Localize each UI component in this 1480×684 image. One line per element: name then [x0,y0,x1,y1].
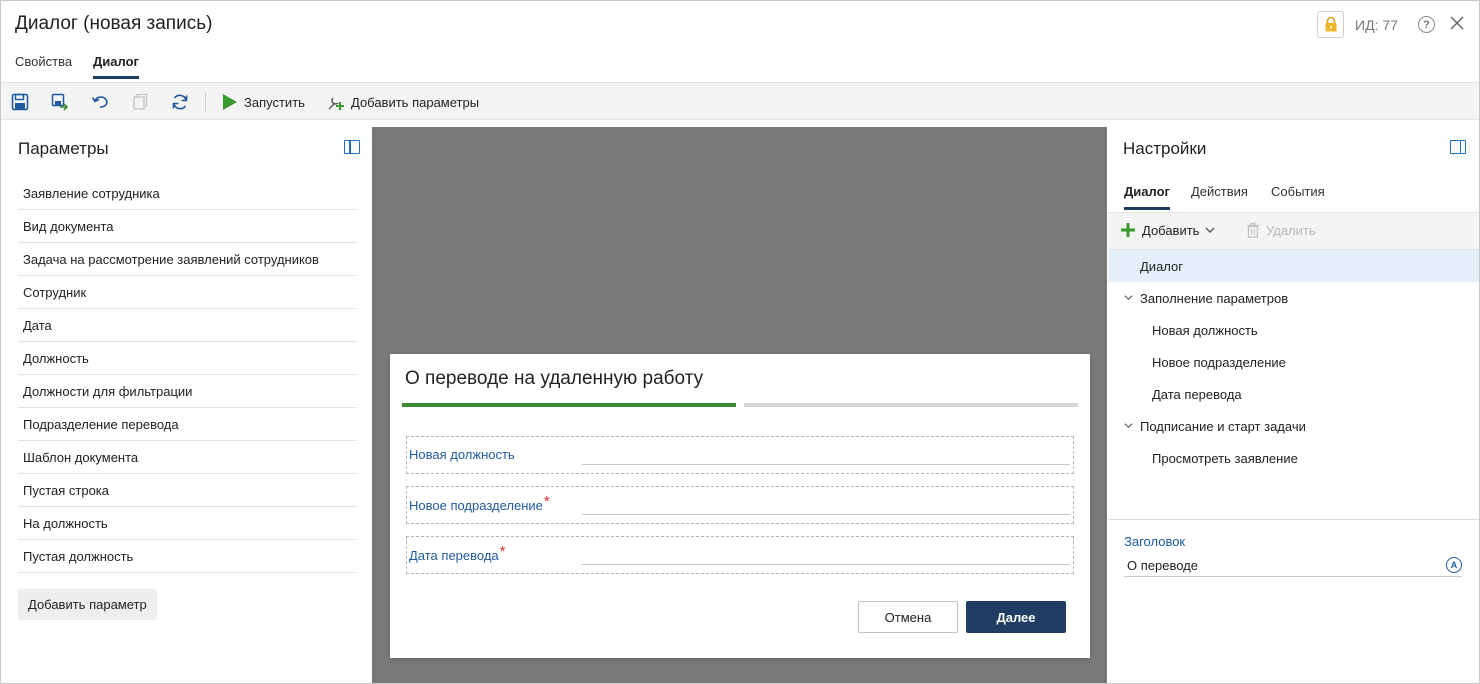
list-item[interactable]: Вид документа [18,210,357,243]
field-input-line [582,464,1070,465]
tab-events[interactable]: События [1271,184,1325,207]
collapse-panel-icon[interactable] [1450,140,1466,154]
field-label: Дата перевода* [409,543,506,563]
save-and-close-icon[interactable] [50,92,70,112]
delete-label: Удалить [1266,222,1316,238]
list-item[interactable]: Пустая строка [18,474,357,507]
field-label: Новая должность [409,447,515,462]
chevron-down-icon[interactable] [1124,421,1133,430]
plus-icon [1121,223,1135,237]
property-label-header: Заголовок [1124,534,1186,549]
run-button-label: Запустить [244,94,305,110]
settings-toolbar: Добавить Удалить [1108,212,1479,250]
settings-tree: Диалог Заполнение параметров Новая должн… [1108,250,1479,474]
delete-button[interactable]: Удалить [1246,222,1316,238]
tree-item-fill-parameters[interactable]: Заполнение параметров [1108,282,1479,314]
localization-icon[interactable]: A [1446,557,1462,573]
chevron-down-icon[interactable] [1124,293,1133,302]
chevron-down-icon [1205,227,1215,233]
tab-properties[interactable]: Свойства [15,54,72,76]
progress-step-next [744,403,1078,407]
cancel-button[interactable]: Отмена [858,601,958,633]
play-icon [223,94,237,110]
close-icon[interactable] [1448,14,1466,32]
required-mark: * [499,543,506,560]
progress-step-current [402,403,736,407]
settings-panel: Настройки Диалог Действия События Добави… [1108,127,1479,683]
field-new-department[interactable]: Новое подразделение* [406,486,1074,524]
tab-dialog[interactable]: Диалог [93,54,139,79]
divider [1108,519,1479,520]
tree-item-dialog[interactable]: Диалог [1108,250,1479,282]
dialog-title: О переводе на удаленную работу [405,368,704,389]
title-bar: Диалог (новая запись) ИД: 77 ? [0,0,1480,50]
tree-item-label: Диалог [1140,258,1183,274]
tree-item-label: Подписание и старт задачи [1140,418,1306,434]
list-item[interactable]: Пустая должность [18,540,357,573]
property-header-input[interactable]: О переводе A [1124,555,1462,577]
tree-item-label: Новая должность [1152,322,1258,338]
list-item[interactable]: Заявление сотрудника [18,177,357,210]
tree-item-new-position[interactable]: Новая должность [1108,314,1479,346]
tree-item-label: Новое подразделение [1152,354,1286,370]
lock-button[interactable] [1317,11,1344,38]
tree-item-sign-and-start[interactable]: Подписание и старт задачи [1108,410,1479,442]
main-toolbar: Запустить Добавить параметры [1,82,1479,120]
parameters-list: Заявление сотрудника Вид документа Задач… [18,177,357,573]
parameters-panel: Параметры Заявление сотрудника Вид докум… [1,127,370,683]
add-parameters-button[interactable]: Добавить параметры [327,92,479,112]
refresh-icon[interactable] [170,92,190,112]
tree-item-label: Дата перевода [1152,386,1242,402]
add-parameters-icon [328,97,344,110]
dialog-preview: О переводе на удаленную работу Новая дол… [390,354,1090,658]
record-id-label: ИД: 77 [1355,17,1398,33]
toolbar-separator [205,92,206,112]
tree-item-new-department[interactable]: Новое подразделение [1108,346,1479,378]
run-button[interactable]: Запустить [222,92,305,112]
add-dropdown-button[interactable]: Добавить [1120,222,1215,238]
next-button[interactable]: Далее [966,601,1066,633]
tree-item-label: Заполнение параметров [1140,290,1289,306]
parameters-title: Параметры [18,139,109,158]
tab-actions[interactable]: Действия [1191,184,1248,207]
required-mark: * [543,493,550,510]
property-value: О переводе [1127,558,1198,573]
copy-icon[interactable] [130,92,150,112]
add-parameters-label: Добавить параметры [351,94,480,110]
trash-icon [1247,222,1259,238]
list-item[interactable]: Сотрудник [18,276,357,309]
tree-item-label: Просмотреть заявление [1152,450,1298,466]
field-transfer-date[interactable]: Дата перевода* [406,536,1074,574]
tree-item-view-statement[interactable]: Просмотреть заявление [1108,442,1479,474]
field-input-line [582,514,1070,515]
list-item[interactable]: Шаблон документа [18,441,357,474]
window-title: Диалог (новая запись) [15,13,213,34]
lock-icon [1325,16,1336,32]
list-item[interactable]: Должности для фильтрации [18,375,357,408]
tab-dialog-settings[interactable]: Диалог [1124,184,1170,210]
collapse-panel-icon[interactable] [344,140,360,154]
list-item[interactable]: Дата [18,309,357,342]
tree-item-transfer-date[interactable]: Дата перевода [1108,378,1479,410]
settings-title: Настройки [1123,139,1207,158]
list-item[interactable]: Задача на рассмотрение заявлений сотрудн… [18,243,357,276]
field-label: Новое подразделение* [409,493,550,513]
list-item[interactable]: Подразделение перевода [18,408,357,441]
top-tabs: Свойства Диалог [0,50,1480,82]
dialog-preview-canvas: О переводе на удаленную работу Новая дол… [372,127,1107,683]
list-item[interactable]: Должность [18,342,357,375]
list-item[interactable]: На должность [18,507,357,540]
save-icon[interactable] [10,92,30,112]
field-new-position[interactable]: Новая должность [406,436,1074,474]
undo-icon[interactable] [90,92,110,112]
help-icon[interactable]: ? [1418,16,1435,33]
add-label: Добавить [1142,222,1200,238]
add-parameter-button[interactable]: Добавить параметр [18,589,157,620]
field-input-line [582,564,1070,565]
